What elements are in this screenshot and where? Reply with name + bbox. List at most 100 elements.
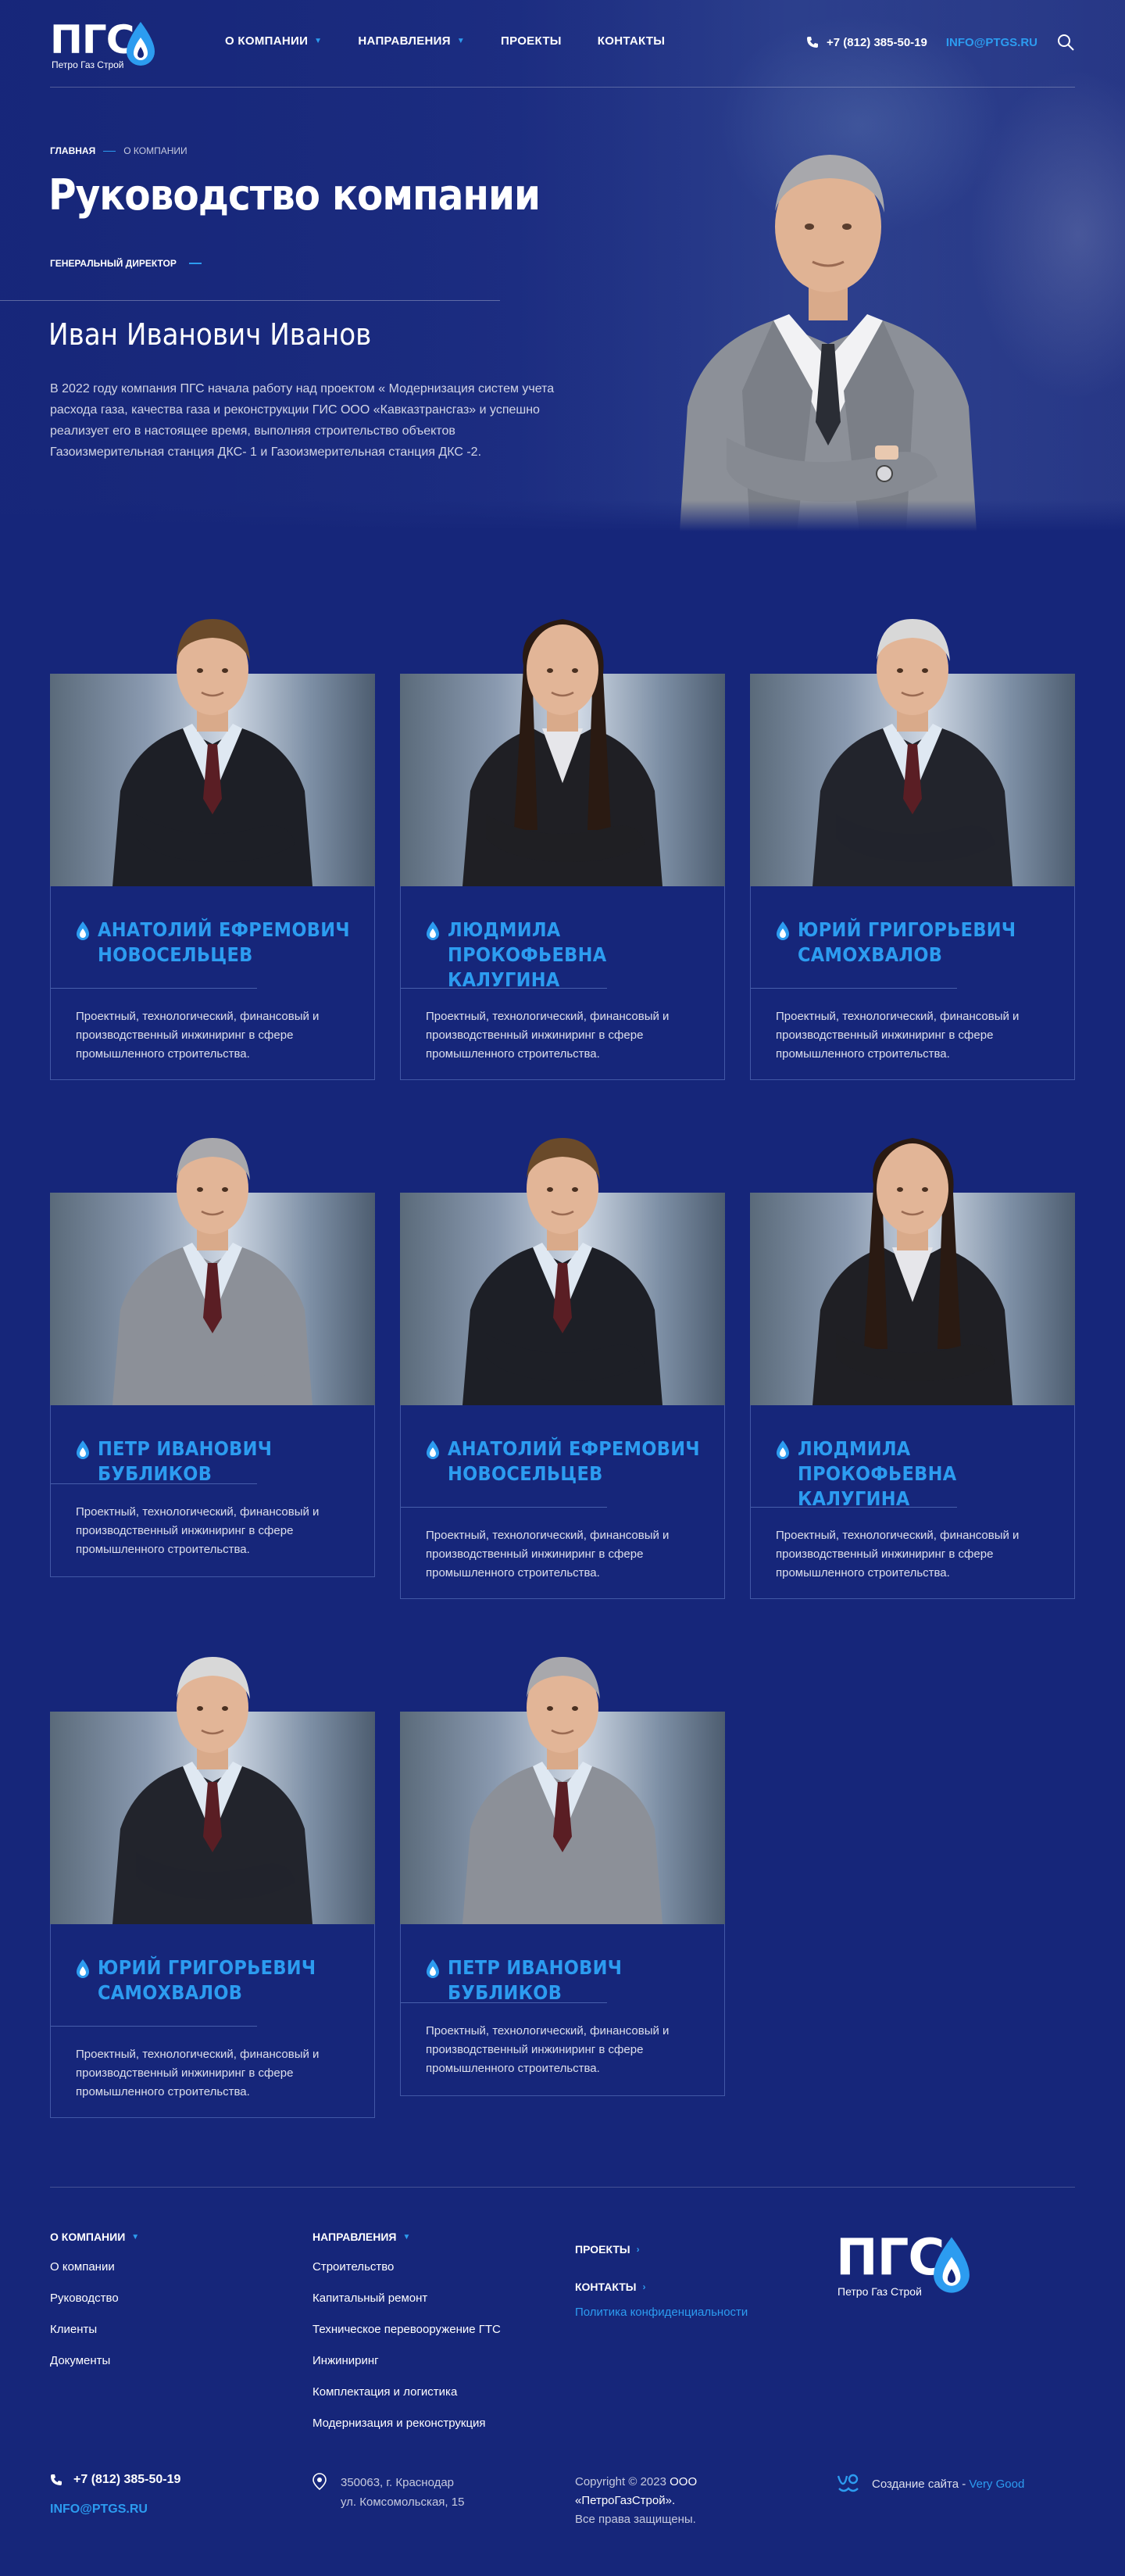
breadcrumb: Главная О компании (50, 145, 188, 156)
team-member-description: Проектный, технологический, финансовый и… (776, 1010, 1020, 1061)
footer-address: 350063, г. Краснодар ул. Комсомольская, … (312, 2473, 464, 2512)
footer-directions-head[interactable]: Направления ▼ (312, 2231, 501, 2243)
team-member-info: Анатолий Ефремович Новосельцев Проектный,… (400, 1405, 725, 1599)
team-member-description: Проектный, технологический, финансовый и… (76, 1010, 320, 1061)
footer-link-engineering[interactable]: Инжиниринг (312, 2354, 501, 2385)
team-member-name: Петр Иванович Бубликов (98, 1437, 273, 1485)
footer-link-management[interactable]: Руководство (50, 2292, 139, 2323)
footer-contacts-title: Контакты (575, 2281, 637, 2293)
address-line-1: 350063, г. Краснодар (341, 2476, 455, 2489)
flame-drop-icon (777, 1440, 789, 1459)
card-divider (401, 1507, 607, 1508)
team-member-name-row: Юрий Григорьевич Самохвалов (76, 1955, 357, 2005)
team-member-name: Юрий Григорьевич Самохвалов (798, 918, 1016, 966)
card-divider (401, 988, 607, 989)
footer-logo[interactable]: ПГС Петро Газ Строй (836, 2229, 977, 2299)
flame-drop-icon (127, 22, 155, 66)
flame-drop-icon (777, 921, 789, 940)
header-phone-text: +7 (812) 385-50-19 (827, 35, 927, 49)
role-dash (188, 263, 202, 264)
page-title: Руководство компании (48, 170, 541, 220)
breadcrumb-current: О компании (123, 145, 188, 156)
team-member-name-row: Петр Иванович Бубликов (76, 1436, 357, 1487)
footer-link-documents[interactable]: Документы (50, 2354, 139, 2385)
hero-section: ПГС Петро Газ Строй О компании ▼ Направл… (0, 0, 1125, 531)
team-member-name: Анатолий Ефремович Новосельцев (448, 1437, 700, 1485)
footer-link-construction[interactable]: Строительство (312, 2260, 501, 2292)
team-member-card[interactable]: Людмила Прокофьевна Калугина Проектный, т… (750, 1114, 1075, 1599)
footer-phone-text: +7 (812) 385-50-19 (73, 2473, 181, 2486)
made-by-studio-link[interactable]: Very Good (969, 2478, 1024, 2491)
team-member-card[interactable]: Юрий Григорьевич Самохвалов Проектный, те… (750, 596, 1075, 1080)
footer-projects-link[interactable]: Проекты › (575, 2231, 748, 2268)
nav-item-label: Направления (358, 34, 451, 48)
address-line-2: ул. Комсомольская, 15 (341, 2496, 465, 2509)
team-member-description: Проектный, технологический, финансовый и… (426, 1010, 670, 1061)
flame-drop-icon (427, 921, 439, 940)
search-icon[interactable] (1056, 33, 1075, 52)
logo-letters: ПГС (50, 17, 134, 63)
nav-item-projects[interactable]: Проекты (501, 34, 562, 48)
nav-item-label: Контакты (597, 34, 666, 48)
footer-link-reequipment[interactable]: Техническое перевооружение ГТС (312, 2323, 501, 2354)
footer-email-link[interactable]: INFO@PTGS.RU (50, 2503, 180, 2517)
footer-contacts: +7 (812) 385-50-19 INFO@PTGS.RU (50, 2473, 180, 2517)
nav-item-directions[interactable]: Направления ▼ (358, 34, 465, 48)
team-member-card[interactable]: Петр Иванович Бубликов Проектный, техноло… (50, 1114, 375, 1577)
director-name: Иван Иванович Иванов (48, 317, 372, 352)
footer-link-clients[interactable]: Клиенты (50, 2323, 139, 2354)
header-contacts: +7 (812) 385-50-19 INFO@PTGS.RU (806, 33, 1075, 52)
footer-projects-title: Проекты (575, 2243, 630, 2256)
privacy-policy-link[interactable]: Политика конфиденциальности (575, 2306, 748, 2319)
director-role-label: Генеральный директор (50, 258, 177, 269)
nav-item-about[interactable]: О компании ▼ (225, 34, 322, 48)
footer-link-overhaul[interactable]: Капитальный ремонт (312, 2292, 501, 2323)
flame-drop-icon (77, 921, 89, 940)
team-member-description: Проектный, технологический, финансовый и… (76, 2048, 320, 2098)
footer-divider (50, 2187, 1075, 2188)
footer-about-title: О компании (50, 2231, 126, 2243)
footer-made-by: Создание сайта - Very Good (836, 2473, 1024, 2495)
footer-col-projects: Проекты › Контакты › Политика конфиденци… (575, 2231, 748, 2319)
footer-logo-letters: ПГС (836, 2229, 945, 2287)
breadcrumb-home[interactable]: Главная (50, 145, 95, 156)
footer-col-directions: Направления ▼ Строительство Капитальный … (312, 2231, 501, 2448)
chevron-right-icon: › (642, 2281, 646, 2292)
team-member-photo (105, 1633, 320, 1924)
team-member-card[interactable]: Людмила Прокофьевна Калугина Проектный, т… (400, 596, 725, 1080)
team-member-card[interactable]: Анатолий Ефремович Новосельцев Проектный,… (50, 596, 375, 1080)
team-member-name: Анатолий Ефремович Новосельцев (98, 918, 350, 966)
footer-contacts-link[interactable]: Контакты › (575, 2268, 748, 2306)
team-member-name-row: Анатолий Ефремович Новосельцев (426, 1436, 707, 1487)
nav-item-contacts[interactable]: Контакты (598, 34, 665, 48)
team-member-name: Людмила Прокофьевна Калугина (448, 918, 607, 991)
header-phone-link[interactable]: +7 (812) 385-50-19 (806, 36, 927, 49)
flame-drop-icon (427, 1440, 439, 1459)
team-member-card[interactable]: Петр Иванович Бубликов Проектный, техноло… (400, 1633, 725, 2096)
footer-link-about[interactable]: О компании (50, 2260, 139, 2292)
team-member-description: Проектный, технологический, финансовый и… (76, 1505, 320, 1556)
header-email-link[interactable]: INFO@PTGS.RU (946, 36, 1038, 49)
flame-drop-icon (934, 2237, 970, 2293)
chevron-down-icon: ▼ (314, 37, 323, 45)
card-divider (51, 2026, 257, 2027)
team-member-info: Людмила Прокофьевна Калугина Проектный, т… (750, 1405, 1075, 1599)
footer-logo-subtitle: Петро Газ Строй (838, 2285, 922, 2298)
logo-subtitle: Петро Газ Строй (52, 59, 124, 70)
site-logo[interactable]: ПГС Петро Газ Строй (50, 17, 167, 73)
footer-about-head[interactable]: О компании ▼ (50, 2231, 139, 2243)
team-member-card[interactable]: Анатолий Ефремович Новосельцев Проектный,… (400, 1114, 725, 1599)
team-member-name: Юрий Григорьевич Самохвалов (98, 1956, 316, 2004)
chevron-down-icon: ▼ (456, 37, 466, 45)
team-member-info: Анатолий Ефремович Новосельцев Проектный,… (50, 886, 375, 1080)
team-member-name: Петр Иванович Бубликов (448, 1956, 623, 2004)
footer-link-modernization[interactable]: Модернизация и реконструкция (312, 2417, 501, 2448)
footer-phone-link[interactable]: +7 (812) 385-50-19 (50, 2473, 180, 2487)
footer-link-logistics[interactable]: Комплектация и логистика (312, 2385, 501, 2417)
flame-drop-icon (77, 1959, 89, 1978)
made-by-label: Создание сайта - (872, 2477, 970, 2491)
nav-item-label: О компании (225, 34, 309, 48)
team-member-card[interactable]: Юрий Григорьевич Самохвалов Проектный, те… (50, 1633, 375, 2118)
footer-directions-title: Направления (312, 2231, 397, 2243)
phone-icon (51, 2474, 62, 2485)
